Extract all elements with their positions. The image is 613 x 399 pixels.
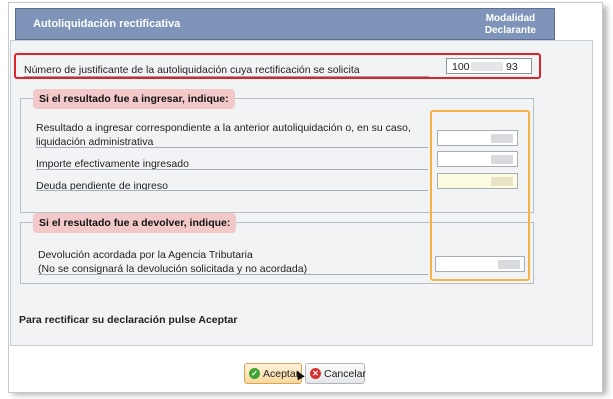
section-title: Autoliquidación rectificativa bbox=[33, 18, 181, 30]
label-underline bbox=[24, 76, 429, 77]
close-circle-icon: ✕ bbox=[310, 368, 321, 379]
ingresar-legend: Si el resultado fue a ingresar, indique: bbox=[33, 89, 235, 109]
numero-justificante-row: Número de justificante de la autoliquida… bbox=[14, 53, 541, 79]
cancel-button-label: Cancelar bbox=[324, 368, 367, 380]
declarante-label: Declarante bbox=[484, 25, 536, 36]
resultado-underline bbox=[36, 147, 428, 148]
cancel-button[interactable]: ✕ Cancelar bbox=[305, 363, 367, 384]
devolucion-underline bbox=[38, 274, 428, 275]
importe-underline bbox=[36, 169, 428, 170]
numero-justificante-label: Número de justificante de la autoliquida… bbox=[24, 64, 360, 76]
check-circle-icon: ✓ bbox=[249, 368, 260, 379]
devolucion-acordada-label-line1: Devolución acordada por la Agencia Tribu… bbox=[38, 249, 253, 261]
justificante-value-start: 100 bbox=[452, 61, 470, 73]
devolver-legend: Si el resultado fue a devolver, indique: bbox=[33, 213, 237, 233]
redacted-digits bbox=[471, 62, 503, 71]
modalidad-highlight-box bbox=[430, 110, 530, 281]
resultado-ingresar-label-line1: Resultado a ingresar correspondiente a l… bbox=[36, 122, 411, 134]
justificante-value-end: 93 bbox=[506, 61, 518, 73]
deuda-underline bbox=[36, 190, 428, 191]
numero-justificante-input[interactable]: 100 93 bbox=[446, 58, 532, 74]
footer-instruction: Para rectificar su declaración pulse Ace… bbox=[19, 314, 238, 326]
section-header: Autoliquidación rectificativa Modalidad … bbox=[15, 8, 555, 40]
modalidad-declarante-column: Modalidad Declarante bbox=[485, 13, 536, 37]
modalidad-label: Modalidad bbox=[485, 13, 536, 24]
